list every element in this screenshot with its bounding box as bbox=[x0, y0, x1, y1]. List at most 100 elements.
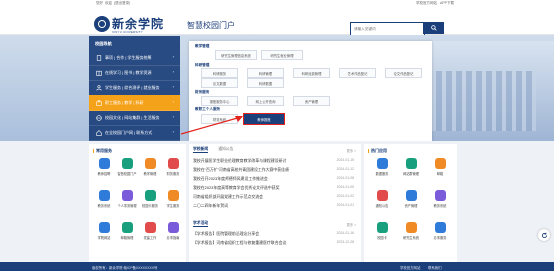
footer-contact-link[interactable]: 联系我们 bbox=[428, 265, 442, 270]
app-download-link[interactable]: APP下载 bbox=[440, 1, 454, 6]
logout-link[interactable]: (退出登录) bbox=[114, 1, 130, 6]
academic-more-link[interactable]: 更多 > bbox=[347, 222, 356, 227]
service-tile[interactable]: 校园卡服务 bbox=[139, 190, 161, 212]
app-tile[interactable]: 研究生系统 bbox=[400, 222, 422, 244]
top-strip: 您好 欢迎 (退出登录) 学校官方网站 APP下载 bbox=[0, 0, 554, 7]
service-icon bbox=[167, 222, 179, 233]
menu-item[interactable]: 资产管理 bbox=[293, 96, 330, 106]
side-nav-label: 事项 | 合作 | 学生服务统筹 bbox=[105, 54, 152, 60]
home-icon bbox=[96, 129, 102, 136]
app-tile-label: 校园卡 bbox=[377, 235, 387, 240]
menu-item[interactable]: 研究生就业管理 bbox=[261, 50, 303, 60]
app-tile[interactable]: 校园卡 bbox=[371, 222, 393, 244]
news-title: 【学术报告】医院管理前沿理念分享会 bbox=[193, 231, 260, 236]
app-tile[interactable]: 邮箱 bbox=[429, 158, 451, 180]
news-more-link[interactable]: 更多 > bbox=[347, 148, 356, 153]
app-tile[interactable]: 网站群管理 bbox=[400, 158, 422, 180]
news-title: 二〇二四年新年贺词 bbox=[193, 203, 229, 208]
service-icon bbox=[144, 222, 156, 233]
service-tile[interactable]: 财务服务 bbox=[162, 158, 184, 180]
search-input[interactable] bbox=[351, 23, 424, 35]
news-item[interactable]: 二〇二四年新年贺词 2024-01-01 bbox=[193, 203, 354, 211]
side-nav-item[interactable]: 事项 | 合作 | 学生服务统筹 › bbox=[89, 50, 180, 66]
side-nav-item[interactable]: 学生服务 | 综合测评 | 就业服务 › bbox=[89, 80, 180, 96]
news-tabs: 学校新闻 通知公告 bbox=[193, 147, 233, 153]
app-tile-label: 通知公告 bbox=[375, 203, 389, 208]
service-tile[interactable]: 教务系统 bbox=[93, 190, 115, 212]
service-tile-label: 学生服务 bbox=[166, 203, 180, 208]
menu-item[interactable]: 论文数据 bbox=[201, 78, 238, 88]
tab-academic[interactable]: 学术活动 bbox=[193, 221, 209, 227]
news-title: 【学术报告】河南省组织工程与修复重建医疗联合会议 bbox=[193, 240, 287, 245]
tab-notices[interactable]: 通知公告 bbox=[218, 147, 233, 153]
tab-school-news[interactable]: 学校新闻 bbox=[193, 147, 209, 153]
menu-item[interactable]: 研究生管理信息系统 bbox=[215, 50, 257, 60]
briefcase-icon bbox=[96, 99, 102, 106]
news-title: 我校开展医学生职业伦理教育教学改革与课程建设研讨 bbox=[193, 158, 287, 163]
app-tile-label: 教务系统 bbox=[433, 203, 447, 208]
news-date: 2024-01-12 bbox=[336, 167, 354, 171]
app-tile[interactable]: 资产管理 bbox=[400, 190, 422, 212]
menu-item[interactable]: 论文作品登记 bbox=[385, 68, 422, 78]
common-services-card: 常用服务 教师招聘 智慧校园门户 教学管理 财务服务 教务系统 个人事务管理 校园卡服务 学生… bbox=[89, 144, 186, 262]
service-tile[interactable]: 邮箱管理 bbox=[116, 222, 138, 244]
user-icon bbox=[96, 84, 102, 91]
menu-item[interactable]: 财务系统 bbox=[201, 114, 238, 124]
service-menu-panel: 教学管理 研究生管理信息系统 研究生就业管理 科研管理 科研服务 科研管理 科研… bbox=[189, 41, 432, 141]
app-tile[interactable]: 数据服务 bbox=[371, 158, 393, 180]
menu-item[interactable]: 科研经费管理 bbox=[293, 68, 330, 78]
service-tile-label: 财务服务 bbox=[166, 171, 180, 176]
hot-apps-card: 热门应用 数据服务 网站群管理 邮箱 通知公告 资产管理 教务系统 校园卡 研究生系统 办事服务 bbox=[364, 144, 457, 262]
service-tile[interactable]: 智慧校园门户 bbox=[116, 158, 138, 180]
app-icon bbox=[376, 222, 388, 233]
service-tile[interactable]: 学生服务 bbox=[162, 190, 184, 212]
menu-item[interactable]: 报账服务中心 bbox=[201, 96, 238, 106]
news-item[interactable]: 我校召开2023年度师德师风建设工作推进会 2024-01-08 bbox=[193, 176, 354, 184]
menu-item[interactable]: 科研管理 bbox=[247, 68, 284, 78]
menu-group-title: 财务服务 bbox=[195, 90, 210, 94]
greeting-text: 您好 bbox=[96, 1, 103, 5]
news-date: 2023-12-28 bbox=[336, 240, 354, 244]
news-item[interactable]: 我校在“百万扩”河南省高校共青团建设工作大赛中获佳绩 2024-01-12 bbox=[193, 167, 354, 175]
news-item[interactable]: 河南省组织部开展党建工作示范点交流会 2024-01-02 bbox=[193, 194, 354, 202]
menu-item[interactable]: 艺术作品登记 bbox=[339, 68, 376, 78]
official-site-link[interactable]: 学校官方网站 bbox=[416, 1, 437, 6]
service-tile[interactable]: 教学管理 bbox=[139, 158, 161, 180]
news-item[interactable]: 【学术报告】医院管理前沿理念分享会 2024-01-16 bbox=[193, 231, 354, 239]
service-tile-label: 教学管理 bbox=[143, 171, 157, 176]
floating-help-button[interactable] bbox=[538, 229, 550, 241]
side-nav-item[interactable]: 校园文化 | 网站集群 | 生活服务 › bbox=[89, 110, 180, 126]
menu-item[interactable]: 科研数据 bbox=[247, 78, 284, 88]
service-tile[interactable]: 党建工作 bbox=[139, 222, 161, 244]
side-nav-item[interactable]: 在线学习 | 图书 | 教学资源 › bbox=[89, 65, 180, 81]
app-tile-label: 办事服务 bbox=[433, 235, 447, 240]
search-button[interactable] bbox=[423, 22, 444, 34]
service-icon bbox=[98, 190, 110, 201]
app-tile[interactable]: 通知公告 bbox=[371, 190, 393, 212]
menu-item[interactable]: 科研服务 bbox=[201, 68, 238, 78]
service-tile[interactable]: 学院网站 bbox=[93, 222, 115, 244]
school-logo[interactable] bbox=[94, 16, 110, 32]
footer-official-site-link[interactable]: 学校官方网站 bbox=[400, 265, 420, 270]
footer: 版权所有：新余学院 赣ICP备XXXXXXXX号 学校官方网站 联系我们 bbox=[0, 262, 554, 271]
service-tile-label: 邮箱管理 bbox=[120, 235, 134, 240]
service-tile[interactable]: 教师招聘 bbox=[93, 158, 115, 180]
teacher-reimbursement-button[interactable]: 教师报账 bbox=[243, 113, 285, 125]
app-tile-label: 网站群管理 bbox=[403, 171, 419, 176]
service-tile[interactable]: 办事指南 bbox=[162, 222, 184, 244]
side-nav-item-active[interactable]: 职工服务 | 教学 | 科研 › bbox=[89, 95, 180, 111]
app-tile[interactable]: 办事服务 bbox=[429, 222, 451, 244]
news-item[interactable]: 我校开展医学生职业伦理教育教学改革与课程建设研讨 2024-01-15 bbox=[193, 158, 354, 166]
news-item[interactable]: 我校在2023年度高等教育学会优秀论文评选中获奖 2024-01-05 bbox=[193, 185, 354, 193]
service-tile-label: 教师招聘 bbox=[97, 171, 111, 176]
menu-item[interactable]: 网上公开查询 bbox=[247, 96, 284, 106]
menu-group-title: 教学管理 bbox=[195, 44, 210, 48]
side-nav-label: 职工服务 | 教学 | 科研 bbox=[105, 99, 144, 105]
news-title: 我校在“百万扩”河南省高校共青团建设工作大赛中获佳绩 bbox=[193, 167, 289, 172]
side-nav-item[interactable]: 在全校园门户网 | 联系方式 › bbox=[89, 125, 180, 141]
service-icon bbox=[144, 158, 156, 169]
news-item[interactable]: 【学术报告】河南省组织工程与修复重建医疗联合会议 2023-12-28 bbox=[193, 240, 354, 248]
service-tile[interactable]: 个人事务管理 bbox=[116, 190, 138, 212]
side-nav-label: 校园文化 | 网站集群 | 生活服务 bbox=[105, 114, 160, 120]
app-tile[interactable]: 教务系统 bbox=[429, 190, 451, 212]
